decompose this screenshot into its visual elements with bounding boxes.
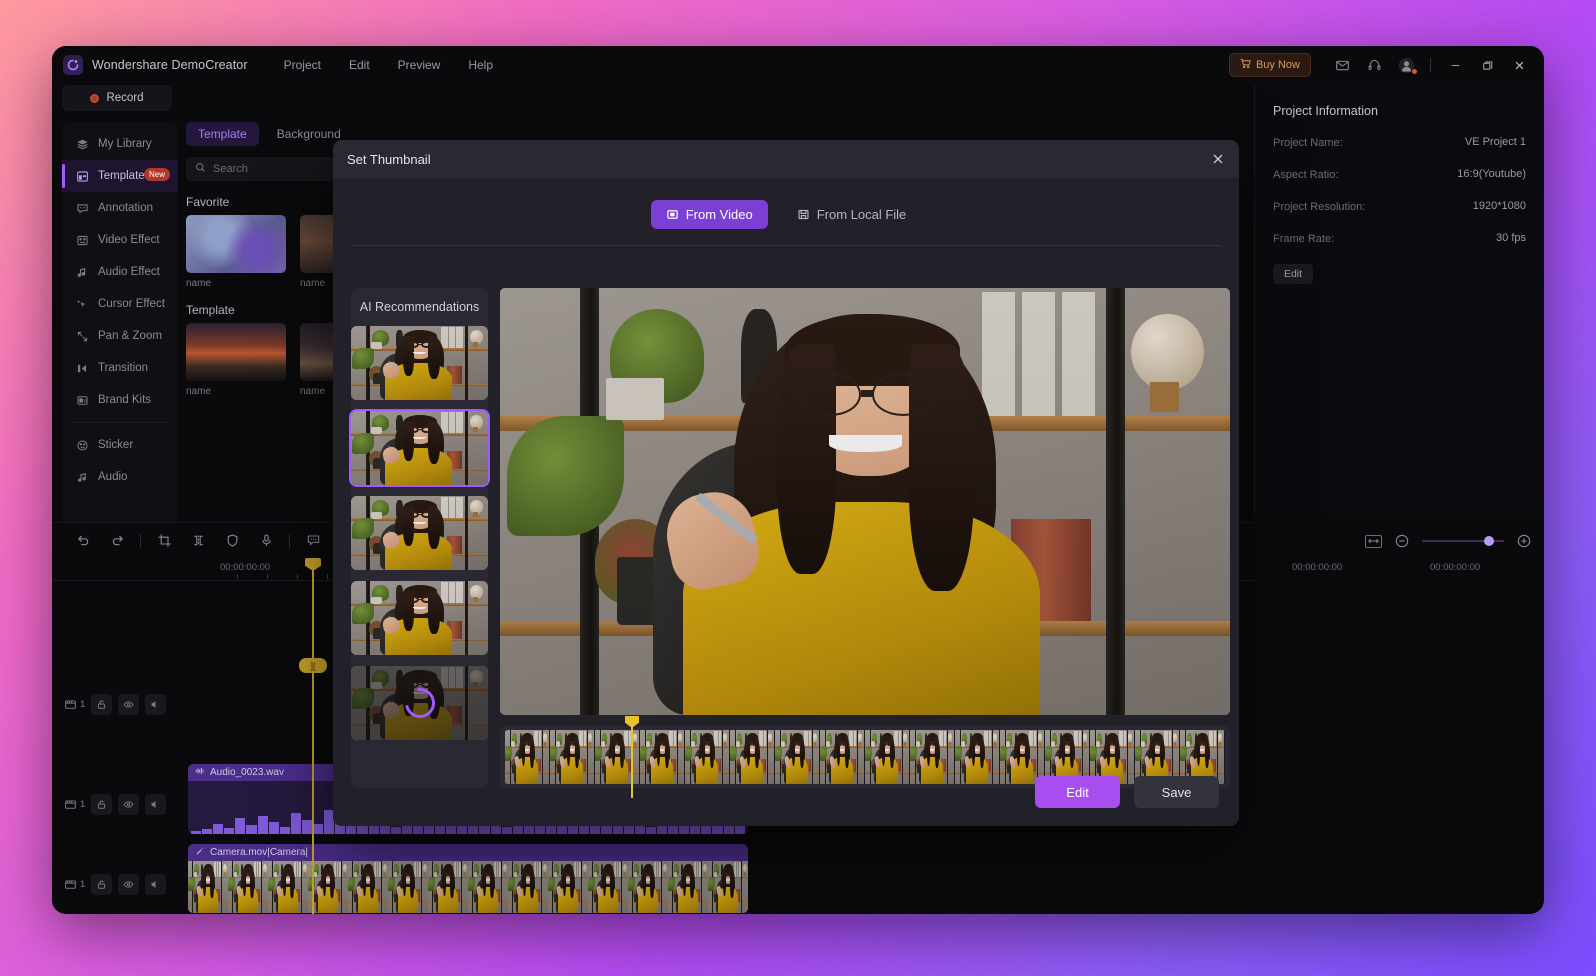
modal-overlay: Set Thumbnail From Video From Local File	[52, 46, 1544, 914]
video-frame	[550, 730, 595, 784]
thumbnail-source-tabs: From Video From Local File	[333, 178, 1239, 229]
tab-label: From Local File	[816, 207, 907, 222]
set-thumbnail-dialog: Set Thumbnail From Video From Local File	[333, 140, 1239, 826]
ai-thumbnail-option[interactable]	[351, 326, 488, 400]
app-window: Wondershare DemoCreator Project Edit Pre…	[52, 46, 1544, 914]
dialog-content: AI Recommendations	[349, 288, 1230, 798]
video-frame	[640, 730, 685, 784]
thumbnail-preview	[500, 288, 1230, 715]
preview-column	[500, 288, 1230, 798]
tab-from-local-file[interactable]: From Local File	[782, 200, 922, 229]
video-frame	[505, 730, 550, 784]
scrubber-playhead[interactable]	[625, 716, 639, 798]
close-icon[interactable]	[1208, 149, 1228, 169]
tab-from-video[interactable]: From Video	[650, 200, 768, 229]
save-button[interactable]: Save	[1134, 776, 1219, 808]
dialog-header: Set Thumbnail	[333, 140, 1239, 178]
dialog-divider	[351, 245, 1221, 246]
tab-label: From Video	[685, 207, 753, 222]
video-frame-icon	[666, 208, 679, 221]
video-frame	[865, 730, 910, 784]
video-frame	[820, 730, 865, 784]
video-frame	[955, 730, 1000, 784]
edit-button[interactable]: Edit	[1035, 776, 1120, 808]
ai-thumbnail-option[interactable]	[351, 581, 488, 655]
scrubber-playhead-head[interactable]	[625, 716, 639, 728]
local-file-icon	[797, 208, 810, 221]
video-frame	[730, 730, 775, 784]
loading-spinner-icon	[398, 682, 441, 724]
video-frame	[685, 730, 730, 784]
dialog-title: Set Thumbnail	[347, 151, 431, 167]
dialog-footer: Edit Save	[1035, 776, 1219, 808]
video-frame	[595, 730, 640, 784]
video-frame	[910, 730, 955, 784]
video-frame	[775, 730, 820, 784]
ai-recommendations-panel: AI Recommendations	[349, 288, 490, 788]
dialog-body: From Video From Local File AI Recommenda…	[333, 178, 1239, 826]
ai-thumbnail-option[interactable]	[351, 496, 488, 570]
ai-recommendations-title: AI Recommendations	[359, 300, 480, 314]
ai-thumbnail-option-selected[interactable]	[349, 409, 490, 487]
ai-thumbnail-option-loading[interactable]	[351, 666, 488, 740]
